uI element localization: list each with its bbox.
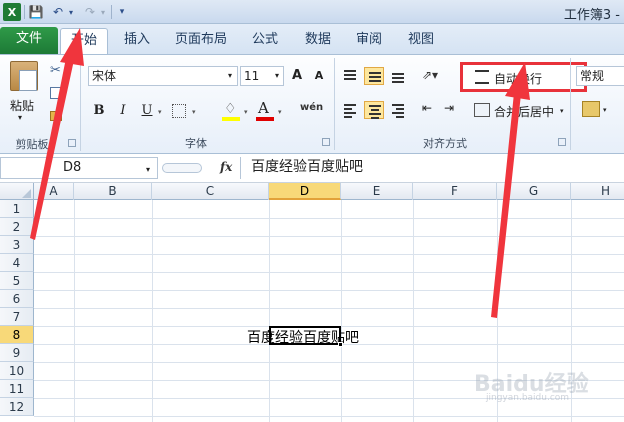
formula-input[interactable]: 百度经验百度贴吧: [240, 157, 624, 179]
column-header-b[interactable]: B: [74, 183, 152, 200]
active-cell-d8[interactable]: [269, 326, 341, 345]
row-header-9[interactable]: 9: [0, 344, 34, 362]
row-header-7[interactable]: 7: [0, 308, 34, 326]
wrap-text-icon: [475, 70, 489, 84]
column-header-h[interactable]: H: [571, 183, 624, 200]
clipboard-group-label: 剪贴板: [15, 138, 49, 151]
row-header-4[interactable]: 4: [0, 254, 34, 272]
insert-function-icon[interactable]: fx: [220, 160, 232, 174]
copy-icon[interactable]: [50, 87, 62, 99]
format-painter-icon[interactable]: [50, 111, 62, 121]
title-bar: X 💾 ↶ ▾ ↷ ▾ ▾ 工作簿3 -: [0, 0, 624, 24]
row-header-12[interactable]: 12: [0, 398, 34, 416]
wrap-text-label: 自动换行: [494, 72, 543, 86]
formula-bar-resize-handle[interactable]: [162, 163, 202, 173]
align-middle-icon[interactable]: [364, 67, 384, 85]
window-title: 工作簿3 -: [563, 8, 620, 23]
row-header-6[interactable]: 6: [0, 290, 34, 308]
italic-button[interactable]: I: [114, 101, 132, 121]
tab-page-layout[interactable]: 页面布局: [168, 28, 234, 54]
row-header-8[interactable]: 8: [0, 326, 34, 344]
column-header-d[interactable]: D: [269, 183, 341, 200]
fill-color-dropdown-icon[interactable]: ▾: [244, 108, 248, 116]
column-header-g[interactable]: G: [497, 183, 571, 200]
tab-view[interactable]: 视图: [398, 28, 444, 54]
cut-icon[interactable]: ✂: [50, 63, 61, 78]
column-header-f[interactable]: F: [413, 183, 497, 200]
font-size-dropdown-icon[interactable]: ▾: [275, 71, 279, 80]
ribbon-tab-bar: 文件 开始 插入 页面布局 公式 数据 审阅 视图: [0, 24, 624, 54]
font-launcher-icon[interactable]: [322, 138, 330, 146]
font-color-icon[interactable]: A: [258, 99, 269, 117]
number-format-select[interactable]: 常规: [576, 66, 624, 86]
merge-dropdown-icon[interactable]: ▾: [560, 107, 564, 115]
font-color-dropdown-icon[interactable]: ▾: [278, 108, 282, 116]
redo-icon[interactable]: ↷: [82, 3, 98, 21]
row-header-5[interactable]: 5: [0, 272, 34, 290]
alignment-launcher-icon[interactable]: [558, 138, 566, 146]
tab-home[interactable]: 开始: [60, 28, 108, 54]
fill-handle[interactable]: [338, 342, 343, 347]
orientation-icon[interactable]: ⇗▾: [422, 68, 438, 82]
border-dropdown-icon[interactable]: ▾: [192, 108, 196, 116]
tab-data[interactable]: 数据: [296, 28, 340, 54]
font-name-select[interactable]: 宋体: [88, 66, 238, 86]
underline-button[interactable]: U: [138, 101, 156, 121]
fill-color-swatch: [222, 117, 240, 121]
align-right-icon[interactable]: [388, 101, 408, 119]
align-bottom-icon[interactable]: [388, 67, 408, 85]
column-header-a[interactable]: A: [34, 183, 74, 200]
font-name-dropdown-icon[interactable]: ▾: [228, 71, 232, 80]
align-left-icon[interactable]: [340, 101, 360, 119]
paste-button-label[interactable]: 粘贴: [10, 97, 34, 114]
formula-bar: D8 ▾ fx 百度经验百度贴吧: [0, 155, 624, 183]
font-group-label: 字体: [185, 137, 207, 150]
align-center-icon[interactable]: [364, 101, 384, 119]
shrink-font-button[interactable]: A: [312, 66, 326, 86]
tab-formulas[interactable]: 公式: [242, 28, 288, 54]
baidu-watermark-url: jingyan.baidu.com: [486, 393, 570, 403]
row-header-10[interactable]: 10: [0, 362, 34, 380]
currency-icon[interactable]: [582, 101, 600, 117]
paste-icon[interactable]: [10, 61, 38, 91]
customize-quick-access-icon[interactable]: ▾: [116, 3, 128, 21]
row-header-2[interactable]: 2: [0, 218, 34, 236]
font-color-swatch: [256, 117, 274, 121]
column-header-c[interactable]: C: [152, 183, 269, 200]
bold-button[interactable]: B: [90, 101, 108, 121]
name-box-dropdown-icon[interactable]: ▾: [146, 165, 150, 174]
row-header-3[interactable]: 3: [0, 236, 34, 254]
row-header-1[interactable]: 1: [0, 200, 34, 218]
border-icon[interactable]: [172, 104, 186, 118]
clipboard-launcher-icon[interactable]: [68, 139, 76, 147]
row-header-11[interactable]: 11: [0, 380, 34, 398]
decrease-indent-icon[interactable]: ⇤: [422, 101, 432, 115]
alignment-group-label: 对齐方式: [423, 137, 467, 150]
tab-insert[interactable]: 插入: [112, 28, 162, 54]
increase-indent-icon[interactable]: ⇥: [444, 101, 454, 115]
grow-font-button[interactable]: A: [290, 66, 304, 86]
save-icon[interactable]: 💾: [28, 3, 44, 21]
excel-app-icon[interactable]: X: [3, 3, 21, 21]
tab-file[interactable]: 文件: [0, 27, 58, 54]
fill-color-icon[interactable]: ♢: [224, 101, 237, 117]
tab-review[interactable]: 审阅: [346, 28, 392, 54]
select-all-corner[interactable]: [0, 183, 34, 200]
phonetic-guide-icon[interactable]: wén: [300, 102, 323, 113]
redo-dropdown-icon[interactable]: ▾: [98, 3, 108, 21]
column-header-bar: A B C D E F G H: [0, 183, 624, 200]
currency-dropdown-icon[interactable]: ▾: [603, 106, 607, 114]
paste-dropdown-icon[interactable]: ▾: [18, 113, 22, 122]
undo-dropdown-icon[interactable]: ▾: [66, 3, 76, 21]
align-top-icon[interactable]: [340, 67, 360, 85]
underline-dropdown-icon[interactable]: ▾: [158, 108, 162, 116]
merge-center-icon[interactable]: [474, 103, 490, 117]
merge-center-button[interactable]: 合并后居中: [494, 103, 554, 120]
wrap-text-button[interactable]: 自动换行: [460, 62, 587, 92]
undo-icon[interactable]: ↶: [50, 3, 66, 21]
column-header-e[interactable]: E: [341, 183, 413, 200]
name-box[interactable]: D8: [0, 157, 158, 179]
